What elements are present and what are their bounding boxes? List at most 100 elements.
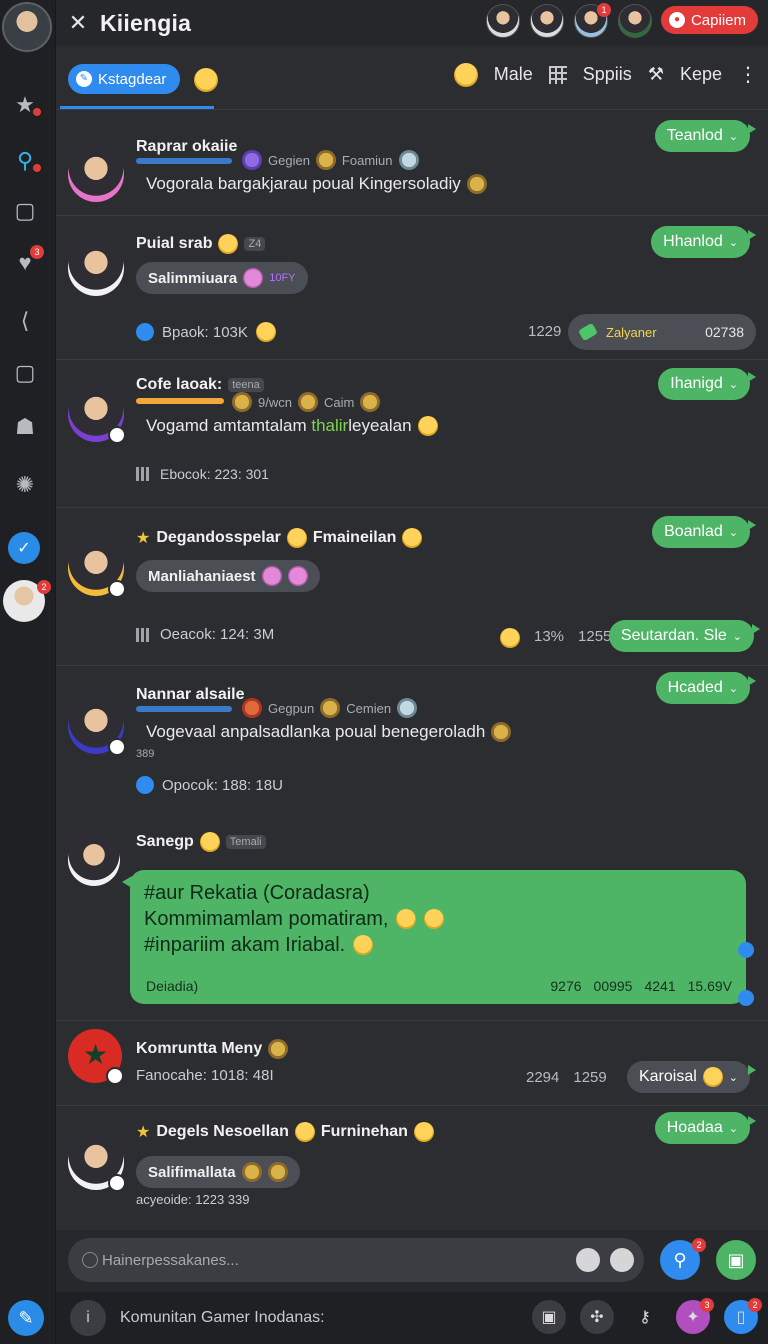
- row-number: 1229: [528, 323, 561, 340]
- info-icon[interactable]: i: [70, 1300, 106, 1336]
- member-avatar[interactable]: [530, 4, 564, 38]
- verified-icon[interactable]: ✓: [8, 532, 40, 564]
- gear-icon: [320, 698, 341, 718]
- name-tag: teena: [228, 378, 264, 392]
- message-input[interactable]: Hainerpessakanes...: [68, 1238, 644, 1282]
- member-avatar[interactable]: 1: [574, 3, 611, 38]
- status-chip[interactable]: Zalyaner 02738: [568, 314, 756, 350]
- tab-sppiis[interactable]: Sppiis: [583, 64, 632, 85]
- gift-icon[interactable]: ✦ 3: [676, 1298, 714, 1334]
- chevron-down-icon: ⌄: [728, 682, 738, 695]
- tab-male[interactable]: Male: [494, 64, 533, 85]
- more-icon[interactable]: ⋮: [738, 62, 758, 87]
- chat-row[interactable]: ★ Degandosspelar Fmaineilan Manliahaniae…: [56, 508, 768, 666]
- name-tag: Z4: [244, 237, 266, 251]
- status-pill[interactable]: Teanlod ⌄: [654, 120, 757, 152]
- message-text: #aur Rekatia (Coradasra): [144, 882, 370, 904]
- tab-kepe[interactable]: Kepe: [680, 64, 722, 85]
- avatar[interactable]: [68, 1134, 126, 1192]
- status-pill[interactable]: Hhanlod ⌄: [651, 226, 756, 258]
- smile-emoji-icon: [417, 416, 438, 436]
- row-stats: acyeoide: 1223 339: [136, 1192, 249, 1207]
- alien-emoji-icon: [243, 268, 264, 288]
- chip-label: Gegien: [268, 152, 310, 168]
- row-name-text: Komruntta Meny: [136, 1040, 263, 1057]
- square-icon[interactable]: ▢: [10, 196, 40, 226]
- chat-row[interactable]: Nannar alsaile Gegpun Cemien Vogevaal an…: [56, 666, 768, 814]
- star-icon[interactable]: ★: [10, 90, 41, 120]
- chat-row[interactable]: Komruntta Meny Fanocahe: 1018: 48I 2294 …: [56, 1020, 768, 1106]
- highlighted-message-bubble[interactable]: #aur Rekatia (Coradasra) Kommimamlam pom…: [122, 870, 754, 1006]
- rail-user-avatar[interactable]: 2: [3, 580, 51, 622]
- close-icon[interactable]: ✕: [56, 10, 100, 36]
- message-text: Vogevaal anpalsadlanka poual benegerolad…: [146, 722, 486, 741]
- play-icon[interactable]: [738, 990, 754, 1006]
- gear-icon: [315, 150, 336, 170]
- row-numbers: 2294 1259: [526, 1069, 607, 1086]
- name-tag: Temali: [225, 835, 266, 849]
- image-icon[interactable]: ▣: [532, 1300, 566, 1334]
- grid-icon[interactable]: [548, 65, 567, 84]
- last-message: Vogorala bargakjarau poual Kingersoladiy: [146, 174, 487, 194]
- heart-icon[interactable]: ♥ 3: [10, 245, 44, 278]
- settings-icon[interactable]: ✺: [10, 470, 40, 500]
- message-bubble[interactable]: Manliahaniaest: [136, 560, 320, 592]
- avatar[interactable]: [68, 540, 126, 598]
- row-number-text: 1259: [573, 1069, 607, 1086]
- status-pill[interactable]: Hoadaa ⌄: [654, 1112, 757, 1144]
- chat-row[interactable]: Raprar okaiie Gegien Foamiun Vogorala ba…: [56, 110, 768, 216]
- my-avatar[interactable]: [2, 2, 52, 52]
- tab-kstagdear[interactable]: ✎ Kstagdear: [68, 64, 181, 94]
- chat-row[interactable]: Cofe laoak: teena 9/wcn Caim Vogamd amta…: [56, 360, 768, 508]
- chevron-down-icon: ⌄: [728, 236, 738, 249]
- tools-icon[interactable]: ⚒: [648, 64, 664, 85]
- status-pill[interactable]: Boanlad ⌄: [652, 516, 756, 548]
- chat-row[interactable]: Puial srab Z4 Salimmiuara 10FY Bpaok: 10…: [56, 216, 768, 360]
- diamond-icon: [397, 698, 418, 718]
- gear-icon: [491, 722, 512, 742]
- row-name-text: Cofe laoak:: [136, 376, 223, 393]
- avatar[interactable]: [68, 834, 120, 886]
- row-name-text: Fmaineilan: [312, 529, 397, 546]
- member-avatar[interactable]: [486, 4, 520, 38]
- avatar[interactable]: [68, 698, 126, 756]
- search-icon[interactable]: ⚲: [10, 146, 41, 176]
- attach-button[interactable]: ⚲ 2: [660, 1238, 706, 1280]
- add-reaction-icon[interactable]: [738, 942, 754, 958]
- window-icon[interactable]: ▢: [10, 358, 40, 388]
- smile-emoji-icon: [424, 909, 445, 929]
- smile-emoji-icon[interactable]: [194, 68, 218, 92]
- status-pill[interactable]: Hcaded ⌄: [655, 672, 757, 704]
- capiiem-button[interactable]: ● Capiiem: [660, 6, 758, 34]
- community-logo-avatar[interactable]: [68, 1029, 124, 1085]
- status-pill[interactable]: Seutardan. Sle ⌄: [608, 620, 761, 652]
- row-chips: 9/wcn Caim: [232, 392, 381, 412]
- chat-row[interactable]: ★ Degels Nesoellan Furninehan Salifimall…: [56, 1106, 768, 1230]
- message-mention[interactable]: thalir: [311, 416, 348, 435]
- message-bubble[interactable]: Salimmiuara 10FY: [136, 262, 308, 294]
- alien-emoji-icon: [287, 566, 308, 586]
- time-value: 4241: [644, 978, 676, 994]
- status-pill[interactable]: Karoisal ⌄: [626, 1061, 757, 1093]
- message-bubble[interactable]: Salifimallata: [136, 1156, 300, 1188]
- avatar[interactable]: [68, 240, 124, 296]
- compose-icon[interactable]: ✎: [8, 1300, 44, 1336]
- heart-badge: 3: [30, 245, 44, 259]
- status-bar: [136, 158, 232, 164]
- stats-icon: [136, 467, 152, 481]
- gif-icon[interactable]: [610, 1248, 634, 1272]
- status-pill[interactable]: Ihanigd ⌄: [658, 368, 756, 400]
- send-button[interactable]: ▣: [716, 1240, 756, 1280]
- phone-icon[interactable]: ▯ 2: [724, 1298, 762, 1334]
- key-icon[interactable]: ⚷: [628, 1300, 662, 1334]
- gear-icon: [267, 1162, 288, 1182]
- flame-icon: [242, 698, 262, 718]
- sticker-icon[interactable]: [576, 1248, 600, 1272]
- avatar[interactable]: [68, 146, 124, 202]
- row-name: ★ Degels Nesoellan Furninehan: [136, 1122, 434, 1142]
- game-icon[interactable]: ☗: [10, 412, 40, 442]
- share-icon[interactable]: ⟨: [10, 306, 40, 336]
- avatar[interactable]: [68, 386, 126, 444]
- member-avatar[interactable]: [618, 4, 652, 38]
- puzzle-icon[interactable]: ✣: [580, 1300, 614, 1334]
